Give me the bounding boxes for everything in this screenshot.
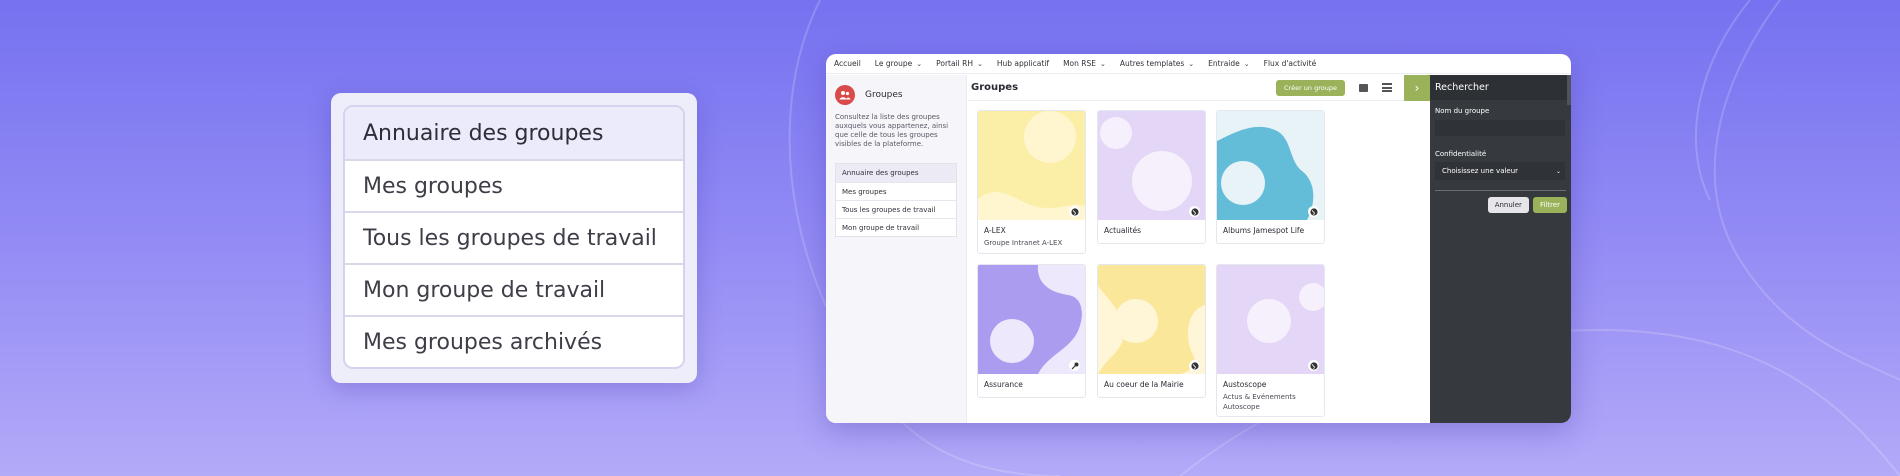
nav-item-flux-activite[interactable]: Flux d'activité — [1264, 59, 1317, 68]
nav-item-mon-rse[interactable]: Mon RSE ⌄ — [1063, 59, 1106, 68]
zoom-menu: Annuaire des groupes Mes groupes Tous le… — [343, 105, 685, 369]
select-value: Choisissez une valeur — [1442, 167, 1519, 175]
sidebar-menu: Annuaire des groupes Mes groupes Tous le… — [835, 163, 957, 237]
zoom-item-label: Tous les groupes de travail — [363, 225, 657, 251]
sidebar: Groupes Consultez la liste des groupes a… — [826, 75, 967, 423]
globe-icon — [1069, 206, 1080, 217]
zoom-callout: Annuaire des groupes Mes groupes Tous le… — [331, 93, 697, 383]
group-card[interactable]: Actualités — [1097, 110, 1206, 244]
group-title: Albums Jamespot Life — [1223, 226, 1305, 235]
group-title: Assurance — [984, 380, 1023, 389]
globe-icon — [1189, 360, 1200, 371]
group-cover — [1217, 111, 1324, 220]
group-cover — [1217, 265, 1324, 374]
panel-title: Rechercher — [1430, 75, 1571, 100]
nav-item-label: Entraide — [1208, 59, 1240, 68]
zoom-item-label: Mes groupes — [363, 173, 503, 199]
confidentiality-label: Confidentialité — [1435, 150, 1487, 158]
globe-icon — [1189, 206, 1200, 217]
sidebar-item-tous-groupes[interactable]: Tous les groupes de travail — [836, 200, 956, 218]
sidebar-title: Groupes — [865, 90, 903, 100]
chevron-down-icon: ⌄ — [916, 59, 923, 68]
nav-item-portail-rh[interactable]: Portail RH ⌄ — [936, 59, 983, 68]
chevron-down-icon: ⌄ — [1555, 167, 1561, 175]
group-cover — [1098, 265, 1205, 374]
nav-item-label: Mon RSE — [1063, 59, 1096, 68]
group-card[interactable]: Assurance — [977, 264, 1086, 398]
zoom-item-mon-groupe[interactable]: Mon groupe de travail — [345, 263, 683, 315]
nav-item-label: Hub applicatif — [996, 59, 1050, 68]
sidebar-item-mes-groupes[interactable]: Mes groupes — [836, 182, 956, 200]
groups-icon — [835, 85, 855, 105]
sidebar-item-label: Annuaire des groupes — [842, 169, 919, 177]
group-card[interactable]: A-LEX Groupe Intranet A-LEX — [977, 110, 1086, 254]
chevron-down-icon: ⌄ — [976, 59, 983, 68]
sidebar-description: Consultez la liste des groupes auxquels … — [835, 113, 949, 148]
key-icon — [1069, 360, 1080, 371]
zoom-item-label: Mon groupe de travail — [363, 277, 606, 303]
sidebar-item-label: Mes groupes — [842, 187, 887, 196]
panel-actions: Annuler Filtrer — [1430, 197, 1571, 213]
zoom-item-label: Mes groupes archivés — [363, 329, 603, 355]
page-title: Groupes — [971, 82, 1019, 93]
grid-view-icon[interactable] — [1359, 84, 1368, 92]
group-subtitle: Actus & Evénements Autoscope — [1223, 393, 1296, 411]
sidebar-item-mon-groupe[interactable]: Mon groupe de travail — [836, 218, 956, 236]
nav-item-label: Autres templates — [1119, 59, 1185, 68]
group-title: Austoscope — [1223, 380, 1267, 389]
list-view-icon[interactable] — [1382, 83, 1392, 93]
group-name-label: Nom du groupe — [1435, 107, 1490, 115]
sidebar-header: Groupes — [835, 85, 957, 105]
cancel-button[interactable]: Annuler — [1487, 197, 1529, 213]
sidebar-item-label: Tous les groupes de travail — [842, 205, 936, 214]
divider — [1435, 190, 1566, 191]
chevron-down-icon: ⌄ — [1188, 59, 1195, 68]
group-cover — [1098, 111, 1205, 220]
nav-item-label: Portail RH — [936, 59, 973, 68]
app-window: Accueil Le groupe ⌄ Portail RH ⌄ Hub appli… — [826, 54, 1571, 423]
zoom-item-mes-groupes[interactable]: Mes groupes — [345, 159, 683, 211]
globe-icon — [1308, 206, 1319, 217]
group-cover — [978, 111, 1085, 220]
sidebar-item-annuaire[interactable]: Annuaire des groupes — [836, 164, 956, 182]
nav-item-label: Le groupe — [874, 59, 913, 68]
group-name-input[interactable] — [1435, 120, 1565, 136]
nav-item-autres-templates[interactable]: Autres templates ⌄ — [1120, 59, 1194, 68]
chevron-down-icon: ⌄ — [1243, 59, 1250, 68]
group-title: Actualités — [1104, 226, 1142, 235]
top-navigation: Accueil Le groupe ⌄ Portail RH ⌄ Hub appli… — [826, 54, 1571, 74]
group-title: A-LEX — [984, 226, 1006, 235]
group-card[interactable]: Au coeur de la Mairie — [1097, 264, 1206, 398]
nav-item-accueil[interactable]: Accueil — [834, 59, 861, 68]
chevron-right-icon[interactable]: › — [1404, 75, 1430, 101]
nav-item-label: Flux d'activité — [1263, 59, 1317, 68]
nav-item-le-groupe[interactable]: Le groupe ⌄ — [875, 59, 922, 68]
group-card[interactable]: Austoscope Actus & Evénements Autoscope — [1216, 264, 1325, 417]
nav-item-hub-applicatif[interactable]: Hub applicatif — [997, 59, 1049, 68]
search-panel: Rechercher Nom du groupe Confidentialité… — [1430, 75, 1571, 423]
group-cover — [978, 265, 1085, 374]
nav-item-entraide[interactable]: Entraide ⌄ — [1208, 59, 1249, 68]
panel-scrollbar[interactable] — [1567, 75, 1571, 105]
main-content: Groupes Créer un groupe › A-LEX Groupe I… — [968, 75, 1430, 423]
sidebar-item-label: Mon groupe de travail — [842, 223, 920, 232]
zoom-item-archives[interactable]: Mes groupes archivés — [345, 315, 683, 367]
zoom-item-label: Annuaire des groupes — [363, 120, 604, 146]
group-subtitle: Groupe Intranet A-LEX — [984, 239, 1063, 247]
filter-button[interactable]: Filtrer — [1532, 197, 1567, 213]
create-group-button[interactable]: Créer un groupe — [1276, 80, 1345, 96]
chevron-down-icon: ⌄ — [1100, 59, 1106, 68]
main-header: Groupes Créer un groupe › — [968, 75, 1430, 101]
zoom-item-annuaire[interactable]: Annuaire des groupes — [345, 107, 683, 159]
confidentiality-select[interactable]: Choisissez une valeur ⌄ — [1435, 162, 1565, 180]
group-title: Au coeur de la Mairie — [1104, 380, 1184, 389]
zoom-item-tous-groupes[interactable]: Tous les groupes de travail — [345, 211, 683, 263]
nav-item-label: Accueil — [834, 59, 861, 68]
group-card[interactable]: Albums Jamespot Life — [1216, 110, 1325, 244]
globe-icon — [1308, 360, 1319, 371]
